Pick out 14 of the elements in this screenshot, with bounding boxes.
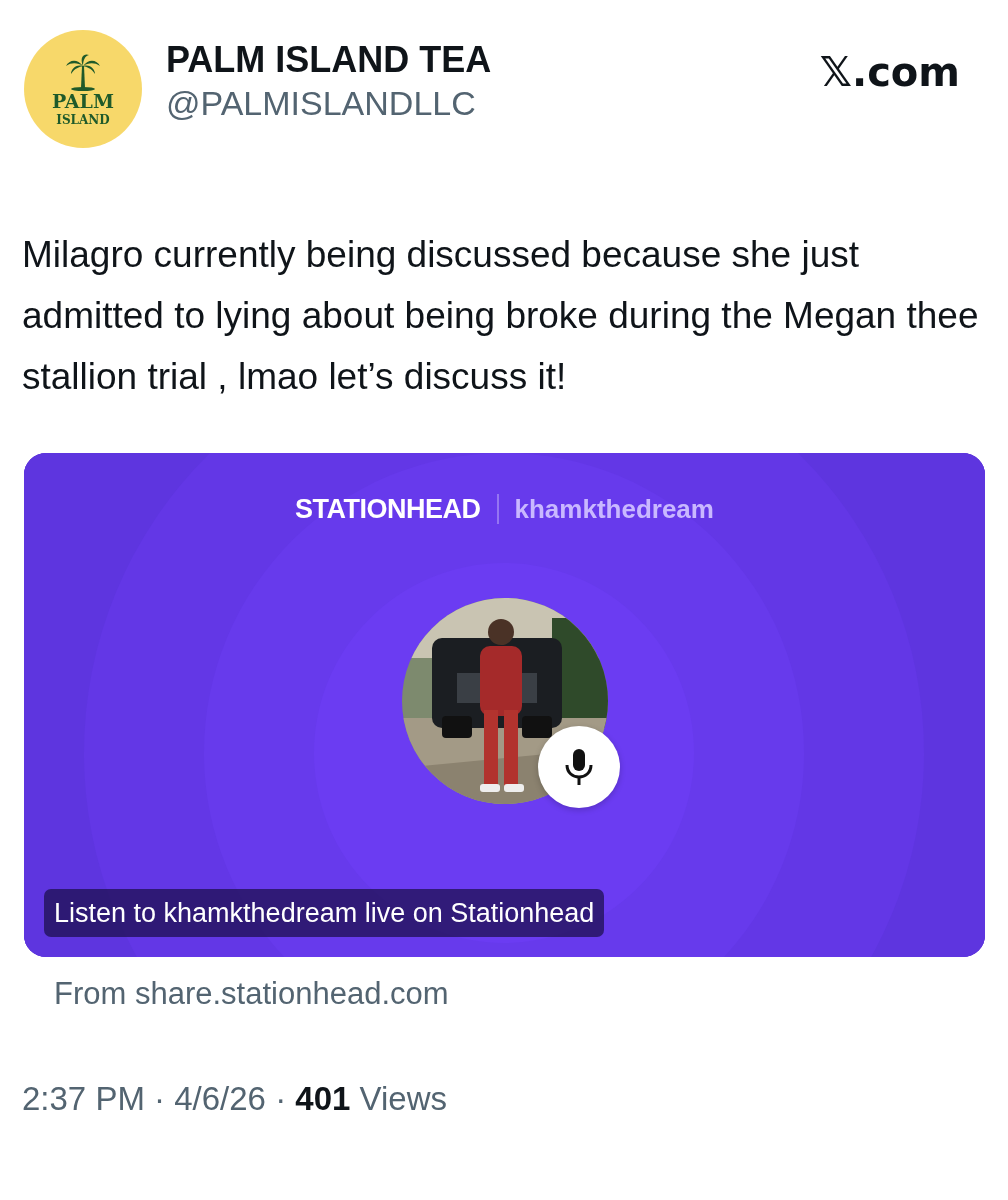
profile-logo[interactable]: PALM ISLAND (24, 30, 142, 148)
post-text: Milagro currently being discussed because she just admitted to lying about being broke during the Megan thee stallion trial , lmao let’s discuss it! (22, 233, 980, 399)
logo-text: PALM (51, 92, 114, 111)
post-meta: 2:37 PM · 4/6/26 · 401 Views (22, 1078, 448, 1119)
author-name[interactable]: PALM ISLAND TEA (166, 38, 492, 82)
palm-tree-icon (63, 52, 103, 92)
source-link[interactable]: From share.stationhead.com (54, 971, 984, 1018)
link-card[interactable]: STATIONHEAD khamkthedream Listen to khamkthedream live on Stationhead (24, 453, 985, 957)
author-handle[interactable]: @PALMISLANDLLC (166, 81, 476, 126)
site-logo: 𝕏.com (819, 48, 960, 97)
host-name: khamkthedream (514, 492, 714, 526)
brand-logo: STATIONHEAD (295, 493, 481, 526)
card-caption: Listen to khamkthedream live on Stationhead (44, 888, 605, 937)
logo-text: ISLAND (56, 114, 110, 126)
